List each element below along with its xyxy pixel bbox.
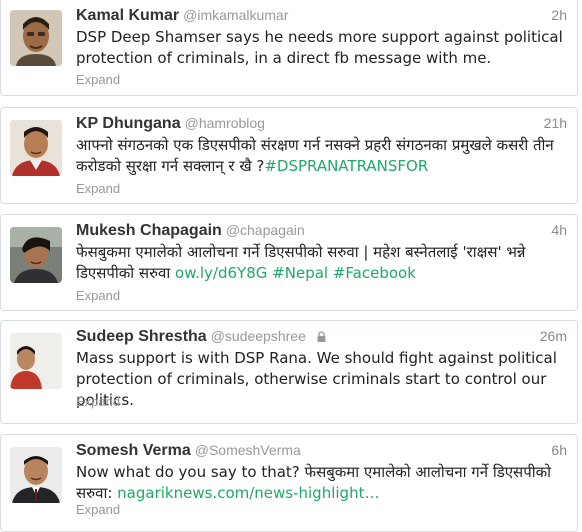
- tweet-time[interactable]: 26m: [540, 328, 567, 344]
- tweet-item[interactable]: KP Dhungana @hamroblog 21h आफ्नो संगठनको …: [0, 107, 578, 204]
- user-name[interactable]: Sudeep Shrestha: [76, 328, 207, 345]
- tweet-time[interactable]: 2h: [551, 7, 567, 23]
- hashtag-link[interactable]: #Nepal: [272, 264, 328, 282]
- avatar[interactable]: [10, 333, 62, 389]
- tweet-timeline: Kamal Kumar @imkamalkumar 2h DSP Deep Sha…: [0, 0, 582, 532]
- hashtag-link[interactable]: #DSPRANATRANSFOR: [264, 157, 428, 175]
- user-name[interactable]: Kamal Kumar: [76, 7, 179, 24]
- avatar[interactable]: [10, 10, 62, 66]
- user-handle[interactable]: @chapagain: [226, 222, 305, 238]
- expand-link[interactable]: Expand: [76, 502, 120, 517]
- expand-link[interactable]: Expand: [76, 288, 120, 303]
- tweet-item[interactable]: Kamal Kumar @imkamalkumar 2h DSP Deep Sha…: [0, 0, 578, 96]
- avatar[interactable]: [10, 227, 62, 283]
- url-link[interactable]: nagariknews.com/news-highlight…: [117, 484, 379, 502]
- expand-link[interactable]: Expand: [76, 181, 120, 196]
- expand-link[interactable]: Expand: [76, 394, 120, 409]
- tweet-text: आफ्नो संगठनको एक डिएसपीको संरक्षण गर्न न…: [76, 135, 565, 177]
- tweet-time[interactable]: 6h: [551, 442, 567, 458]
- lock-icon: [317, 331, 326, 342]
- user-handle[interactable]: @SomeshVerma: [195, 442, 301, 458]
- hashtag-link[interactable]: #Facebook: [333, 264, 416, 282]
- avatar[interactable]: [10, 447, 62, 503]
- expand-link[interactable]: Expand: [76, 72, 120, 87]
- tweet-text: Mass support is with DSP Rana. We should…: [76, 349, 557, 409]
- tweet-time[interactable]: 4h: [551, 222, 567, 238]
- user-handle[interactable]: @sudeepshree: [211, 328, 306, 344]
- tweet-text: Now what do you say to that? फेसबुकमा एम…: [76, 462, 565, 504]
- url-link[interactable]: ow.ly/d6Y8G: [175, 264, 267, 282]
- avatar[interactable]: [10, 120, 62, 176]
- user-name[interactable]: KP Dhungana: [76, 115, 181, 132]
- tweet-item[interactable]: Sudeep Shrestha @sudeepshree 26m Mass sup…: [0, 320, 578, 424]
- user-handle[interactable]: @hamroblog: [185, 115, 265, 131]
- user-handle[interactable]: @imkamalkumar: [183, 7, 288, 23]
- user-name[interactable]: Mukesh Chapagain: [76, 222, 222, 239]
- user-name[interactable]: Somesh Verma: [76, 442, 191, 459]
- tweet-item[interactable]: Mukesh Chapagain @chapagain 4h फेसबुकमा ए…: [0, 214, 578, 311]
- tweet-item[interactable]: Somesh Verma @SomeshVerma 6h Now what do …: [0, 434, 578, 532]
- tweet-text: DSP Deep Shamser says he needs more supp…: [76, 28, 563, 67]
- tweet-text: फेसबुकमा एमालेको आलोचना गर्ने डिएसपीको स…: [76, 242, 565, 284]
- tweet-time[interactable]: 21h: [544, 115, 567, 131]
